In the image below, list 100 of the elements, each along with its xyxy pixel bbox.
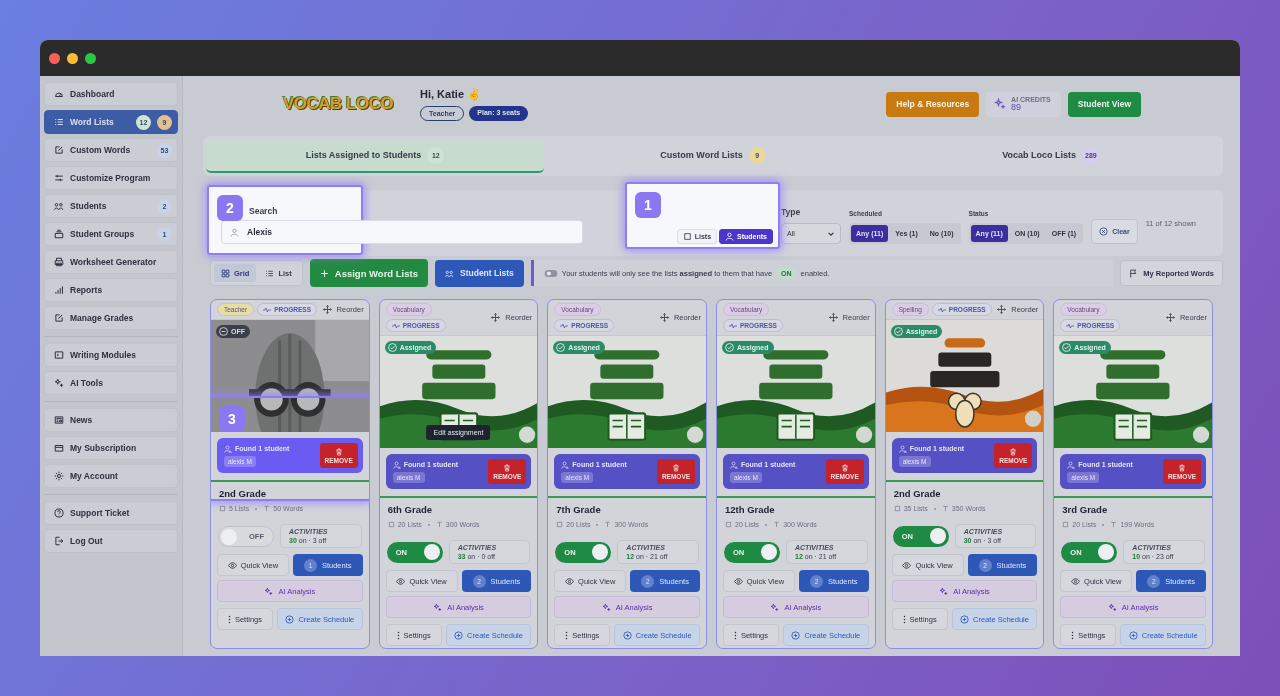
grid-icon — [221, 268, 230, 278]
gear-icon — [54, 471, 64, 481]
sidebar-item[interactable]: News — [44, 408, 178, 432]
person-search-icon — [392, 460, 401, 469]
sparkle-icon — [433, 602, 443, 612]
sidebar-item[interactable]: Worksheet Generator — [44, 250, 178, 274]
eye-icon — [902, 560, 912, 570]
step-badge: 3 — [219, 406, 245, 432]
list-icon — [265, 268, 275, 278]
flag-icon — [1129, 268, 1139, 278]
pulse-icon — [391, 322, 400, 329]
toggle-icon — [543, 268, 558, 278]
person-icon — [725, 232, 735, 241]
sidebar-item[interactable]: Log Out — [44, 529, 178, 553]
move-icon — [828, 313, 838, 322]
person-search-icon — [898, 444, 907, 453]
sidebar-item[interactable]: Reports — [44, 278, 178, 302]
student-view-button[interactable]: Student View — [1067, 91, 1141, 117]
people-icon — [445, 268, 454, 278]
check-icon — [725, 343, 734, 352]
card-title: 2nd Grade — [893, 488, 942, 499]
help-icon — [54, 508, 64, 518]
check-icon — [556, 343, 566, 352]
close-icon — [1099, 227, 1109, 236]
sparkle-icon — [54, 378, 64, 388]
search-label: Search — [249, 206, 278, 216]
person-search-icon — [561, 460, 570, 469]
person-search-icon — [224, 444, 232, 453]
sparkle-icon — [994, 98, 1007, 110]
sparkle-icon — [264, 586, 274, 596]
card-title: 12th Grade — [725, 504, 776, 515]
trash-icon — [1178, 463, 1186, 472]
step-badge: 2 — [217, 195, 243, 221]
gauge-icon — [54, 89, 64, 99]
people-icon — [54, 201, 64, 211]
sparkle-icon — [939, 586, 949, 596]
eye-icon — [1071, 576, 1081, 586]
sidebar-item[interactable]: Support Ticket — [44, 501, 178, 525]
search-field[interactable]: Alexis — [221, 220, 583, 244]
pencil-icon — [54, 313, 64, 323]
check-icon — [1062, 343, 1072, 352]
check-icon — [387, 343, 397, 352]
eye-icon — [733, 576, 743, 586]
type-label: Type — [781, 207, 802, 217]
text-icon — [941, 505, 949, 512]
pulse-icon — [729, 322, 737, 329]
card-title: 2nd Grade — [219, 488, 267, 499]
eye-icon — [227, 560, 237, 570]
greeting: Hi, Katie ✌ — [420, 87, 483, 101]
sliders-icon — [54, 173, 64, 183]
tray-icon — [54, 229, 64, 239]
assign-button[interactable]: Assign Word Lists — [309, 259, 428, 287]
pulse-icon — [263, 306, 272, 313]
card-icon — [54, 443, 64, 453]
close-button[interactable] — [49, 52, 60, 64]
move-icon — [491, 313, 501, 322]
pulse-icon — [560, 322, 569, 329]
sparkle-icon — [1107, 602, 1117, 612]
sidebar-item[interactable]: My Account — [44, 464, 178, 488]
list-icon — [54, 117, 64, 127]
text-icon — [773, 521, 781, 528]
sparkle-icon — [601, 602, 611, 612]
text-icon — [1110, 521, 1118, 528]
minimize-button[interactable] — [67, 52, 78, 64]
sidebar-item[interactable]: Writing Modules — [44, 343, 178, 367]
trash-icon — [672, 463, 680, 472]
sparkle-icon — [770, 602, 780, 612]
sidebar-item[interactable]: My Subscription — [44, 436, 178, 460]
pulse-icon — [937, 306, 946, 313]
card-title: 3rd Grade — [1062, 504, 1109, 515]
text-icon — [604, 521, 612, 528]
sidebar-item[interactable]: Customize Program — [44, 166, 178, 190]
terminal-icon — [54, 350, 64, 360]
person-search-icon — [730, 460, 738, 469]
trash-icon — [503, 463, 512, 472]
student-lists-button[interactable]: Student Lists — [435, 259, 524, 287]
eye-icon — [396, 576, 406, 586]
sidebar-item[interactable]: Manage Grades — [44, 306, 178, 330]
card-title: 7th Grade — [556, 504, 602, 515]
pulse-icon — [1066, 322, 1075, 329]
trash-icon — [840, 463, 849, 472]
logo: VOCAB LOCO — [283, 94, 395, 114]
move-icon — [322, 305, 332, 314]
move-icon — [1165, 313, 1175, 322]
trash-icon — [334, 447, 343, 456]
trash-icon — [1009, 447, 1018, 456]
credits-value: 89 — [1011, 103, 1023, 112]
sidebar-item[interactable]: Dashboard — [44, 82, 178, 106]
pencil-icon — [54, 145, 64, 155]
move-icon — [659, 313, 669, 322]
minus-circle-icon — [219, 327, 228, 336]
person-icon — [230, 227, 239, 237]
text-icon — [263, 505, 271, 512]
person-search-icon — [1067, 460, 1076, 469]
plus-icon — [319, 268, 329, 278]
newspaper-icon — [54, 415, 64, 425]
zoom-button[interactable] — [85, 52, 96, 64]
card-title: 6th Grade — [387, 504, 433, 515]
check-icon — [893, 327, 903, 336]
sidebar-item[interactable]: AI Tools — [44, 371, 178, 395]
